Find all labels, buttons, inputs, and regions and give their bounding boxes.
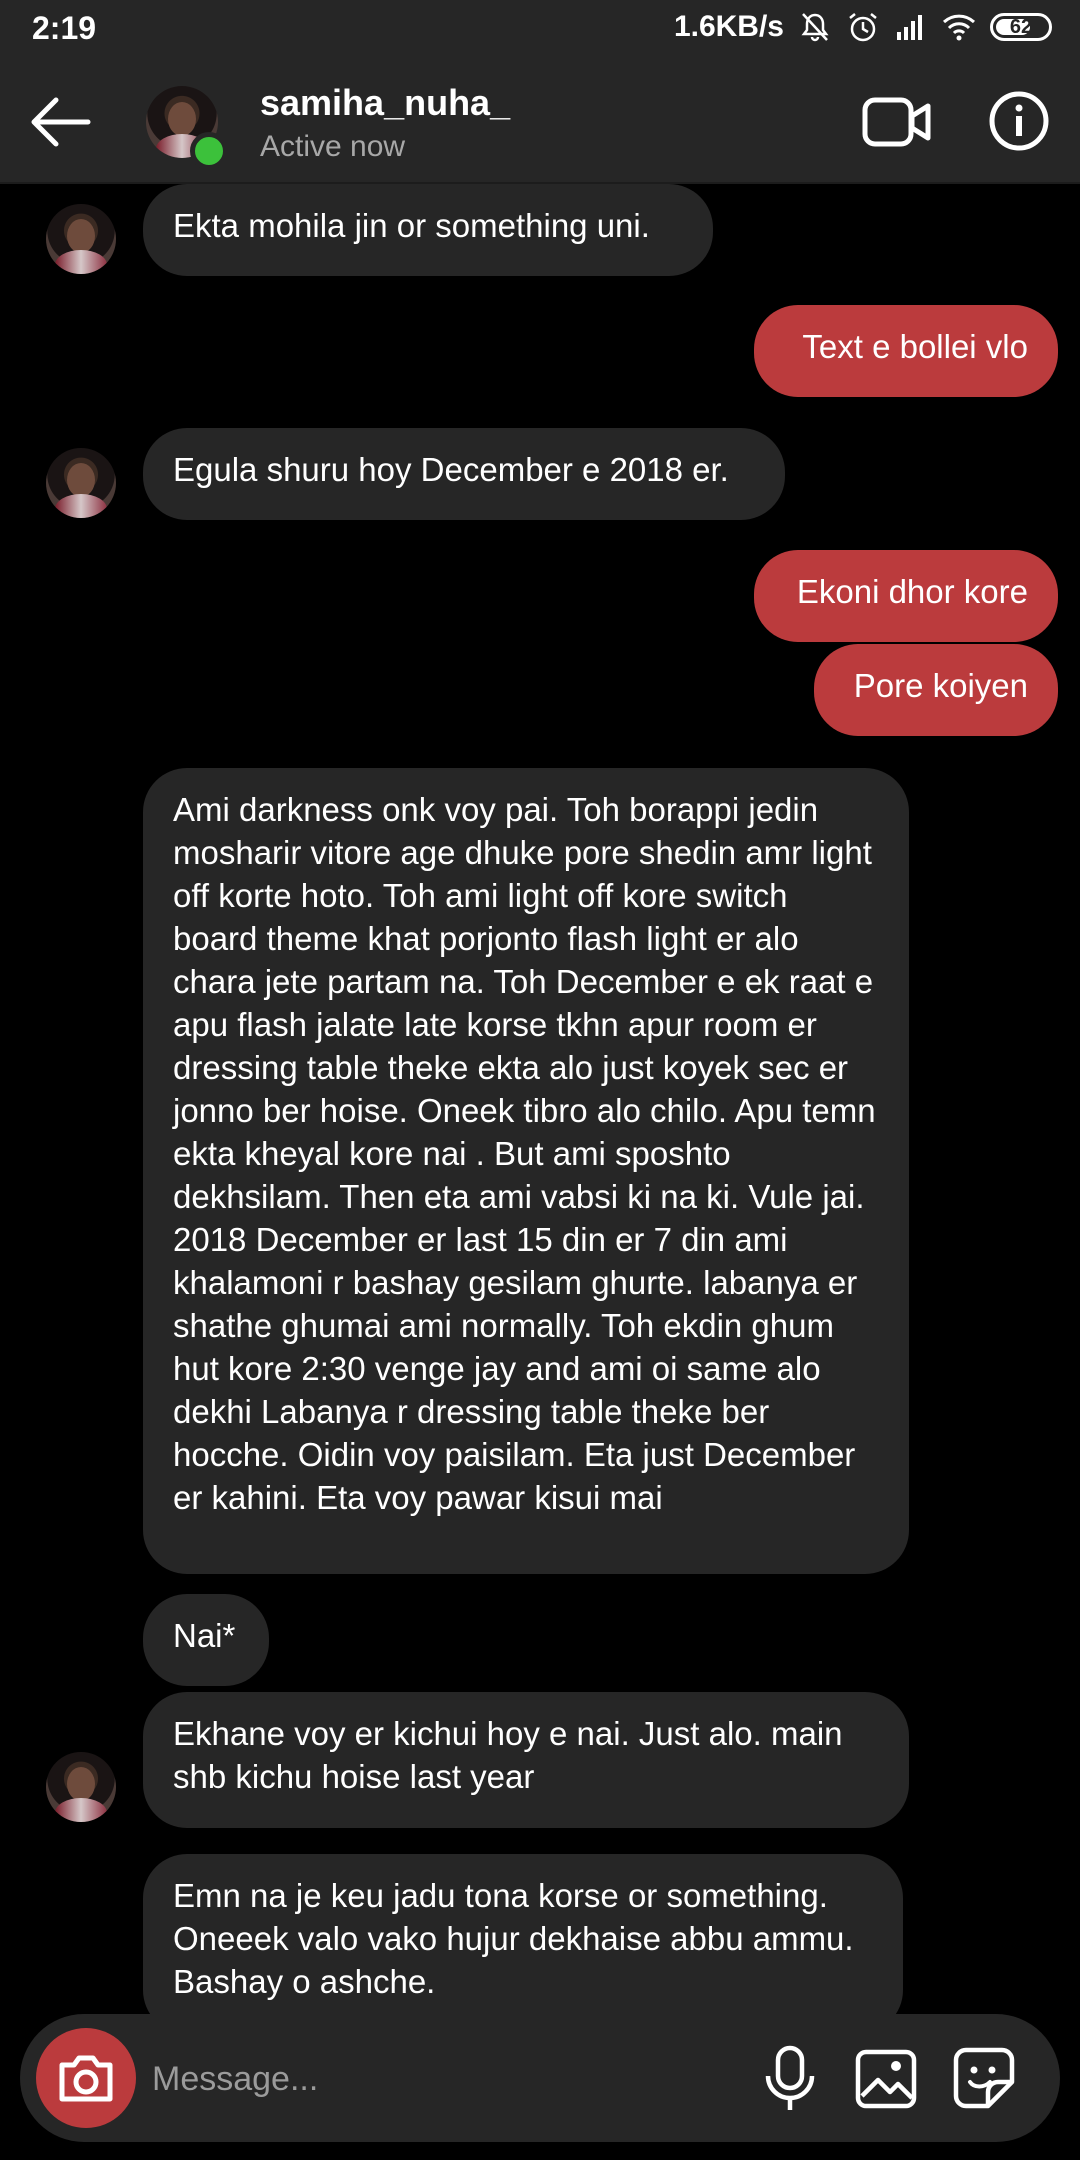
- status-bar: 2:19 1.6KB/s 62: [0, 0, 1080, 62]
- signal-icon: [897, 15, 922, 40]
- outgoing-message[interactable]: Pore koiyen: [814, 644, 1058, 736]
- alarm-icon: [849, 13, 877, 42]
- incoming-message[interactable]: Ekhane voy er kichui hoy e nai. Just alo…: [143, 1692, 909, 1828]
- microphone-icon[interactable]: [758, 2044, 822, 2112]
- back-arrow-icon[interactable]: [26, 92, 96, 152]
- message-input[interactable]: [150, 2048, 754, 2110]
- sender-avatar[interactable]: [46, 448, 116, 518]
- clock: 2:19: [32, 10, 97, 46]
- sender-avatar[interactable]: [46, 1752, 116, 1822]
- outgoing-message[interactable]: Ekoni dhor kore: [754, 550, 1058, 642]
- battery-level: 62: [1009, 15, 1033, 38]
- gallery-icon[interactable]: [854, 2048, 918, 2110]
- mute-bell-icon: [801, 13, 829, 42]
- status-icons: 1.6KB/s 62: [674, 10, 1052, 44]
- wifi-icon: [942, 14, 976, 41]
- incoming-message[interactable]: Ami darkness onk voy pai. Toh borappi je…: [143, 768, 909, 1574]
- camera-button[interactable]: [36, 2028, 136, 2128]
- camera-icon: [59, 2055, 113, 2102]
- outgoing-message[interactable]: Text e bollei vlo: [754, 305, 1058, 397]
- sender-avatar[interactable]: [46, 204, 116, 274]
- video-call-icon[interactable]: [862, 96, 932, 148]
- contact-username[interactable]: samiha_nuha_: [260, 82, 510, 124]
- incoming-message[interactable]: Egula shuru hoy December e 2018 er.: [143, 428, 785, 520]
- message-list[interactable]: Ekta mohila jin or something uni. Text e…: [0, 184, 1080, 2014]
- online-indicator: [190, 132, 228, 170]
- chat-header: samiha_nuha_ Active now: [0, 62, 1080, 184]
- battery-icon: 62: [990, 13, 1052, 41]
- incoming-message[interactable]: Ekta mohila jin or something uni.: [143, 184, 713, 276]
- network-speed: 1.6KB/s: [673, 10, 784, 43]
- incoming-message[interactable]: Nai*: [143, 1594, 269, 1686]
- sticker-icon[interactable]: [952, 2046, 1016, 2110]
- info-icon[interactable]: [988, 90, 1050, 152]
- message-composer: [20, 2014, 1060, 2142]
- active-status: Active now: [260, 130, 406, 163]
- incoming-message[interactable]: Emn na je keu jadu tona korse or somethi…: [143, 1854, 903, 2014]
